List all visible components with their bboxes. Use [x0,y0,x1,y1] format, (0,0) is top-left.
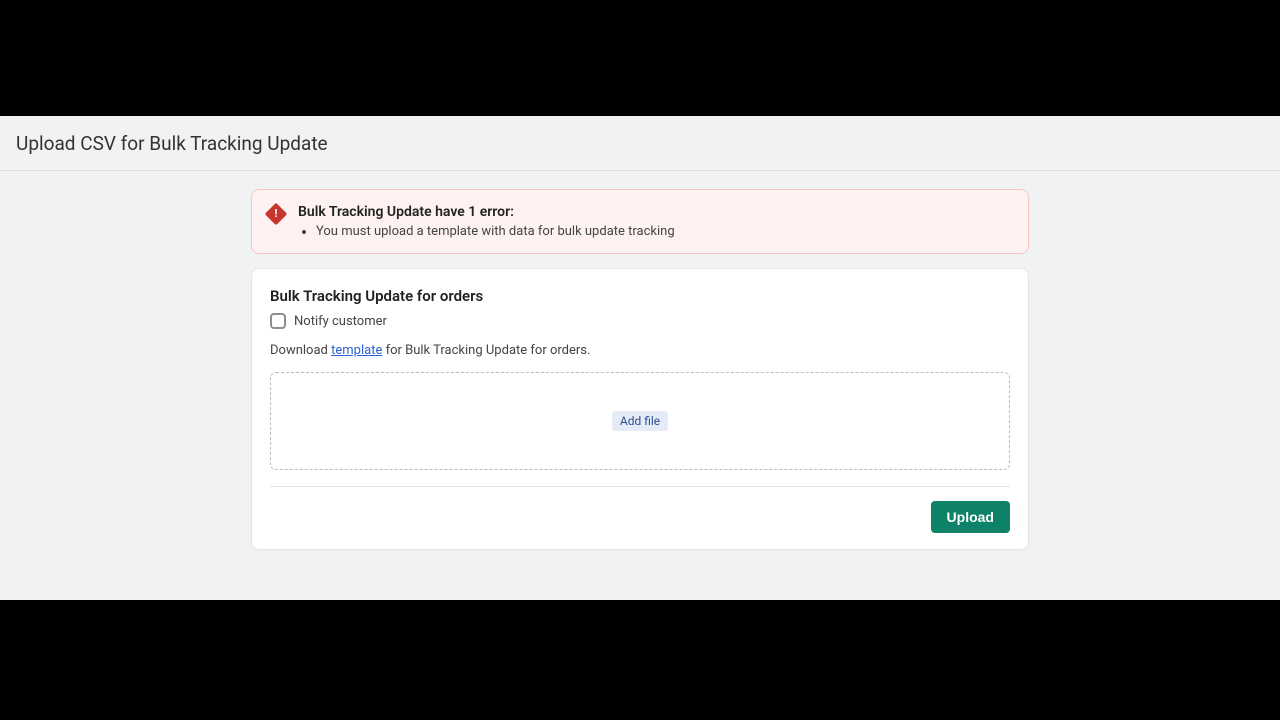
file-dropzone[interactable]: Add file [270,372,1010,470]
download-suffix: for Bulk Tracking Update for orders. [382,343,590,358]
error-item: You must upload a template with data for… [316,224,1012,239]
app-frame: Upload CSV for Bulk Tracking Update Bulk… [0,116,1280,600]
notify-checkbox-row: Notify customer [270,313,1010,329]
page-title: Upload CSV for Bulk Tracking Update [16,132,328,155]
template-link[interactable]: template [331,343,382,358]
upload-card: Bulk Tracking Update for orders Notify c… [251,268,1029,550]
error-list: You must upload a template with data for… [298,224,1012,239]
alert-icon [265,203,288,226]
notify-checkbox[interactable] [270,313,286,329]
card-footer: Upload [270,486,1010,533]
download-line: Download template for Bulk Tracking Upda… [270,343,1010,358]
header-bar: Upload CSV for Bulk Tracking Update [0,116,1280,171]
content-area: Bulk Tracking Update have 1 error: You m… [0,171,1280,550]
add-file-button[interactable]: Add file [612,411,668,431]
error-banner: Bulk Tracking Update have 1 error: You m… [251,189,1029,254]
error-body: Bulk Tracking Update have 1 error: You m… [298,204,1012,239]
upload-button[interactable]: Upload [931,501,1010,533]
notify-label: Notify customer [294,314,387,329]
error-title: Bulk Tracking Update have 1 error: [298,204,1012,220]
download-prefix: Download [270,343,331,358]
card-title: Bulk Tracking Update for orders [270,287,1010,305]
